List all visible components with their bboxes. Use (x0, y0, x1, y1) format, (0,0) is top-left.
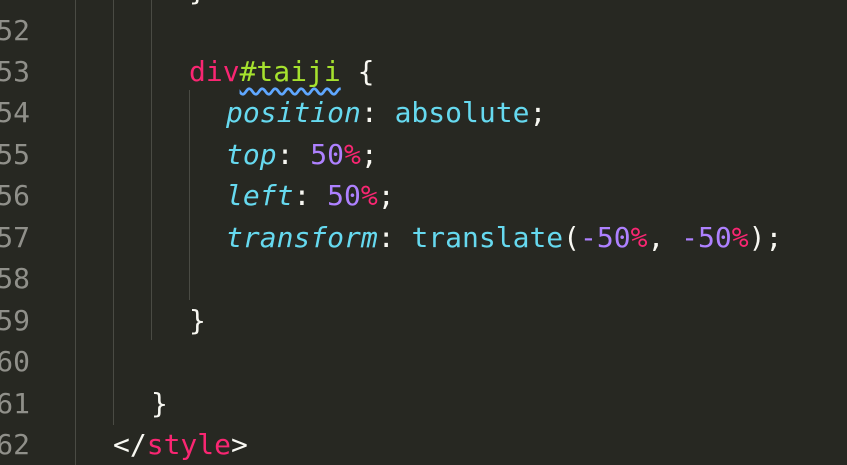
css-property: left (226, 179, 294, 212)
code-line: 59 } (0, 300, 847, 342)
unit: % (344, 138, 361, 171)
css-property: transform (226, 221, 378, 254)
css-value: absolute (394, 96, 530, 129)
semicolon: ; (377, 179, 395, 212)
tag-name: style (146, 428, 232, 461)
number: -50 (681, 221, 732, 254)
code-line: 58 (0, 258, 847, 300)
code-text: left: 50%; (226, 175, 395, 217)
colon: : (377, 221, 412, 254)
comma: , (647, 221, 682, 254)
line-number: 57 (0, 221, 30, 254)
css-function: translate (411, 221, 564, 254)
semicolon: ; (529, 96, 547, 129)
open-brace: { (340, 55, 375, 88)
unit: % (630, 221, 648, 254)
code-line: 57 transform: translate(-50%, -50%); (0, 217, 847, 259)
colon: : (276, 138, 311, 171)
line-number: 60 (0, 345, 30, 378)
line-number: 52 (0, 14, 30, 47)
semicolon: ; (765, 221, 783, 254)
code-line: 52 (0, 10, 847, 52)
number: -50 (580, 221, 631, 254)
code-text: transform: translate(-50%, -50%); (226, 217, 782, 259)
code-line: 62 </style> (0, 424, 847, 465)
line-number: 56 (0, 179, 30, 212)
css-property: top (226, 138, 277, 171)
css-property: position (226, 96, 361, 129)
selector-id: #taiji (239, 55, 341, 88)
unit: % (360, 179, 378, 212)
code-text: top: 50%; (226, 134, 378, 176)
line-number: 55 (0, 138, 30, 171)
line-number: 58 (0, 262, 30, 295)
line-number: 54 (0, 96, 30, 129)
selector-tag: div (189, 55, 240, 88)
open-paren: ( (563, 221, 581, 254)
tag-close: > (231, 428, 248, 461)
code-line: 61 } (0, 383, 847, 425)
close-brace: } (189, 304, 206, 337)
code-line: 56 left: 50%; (0, 175, 847, 217)
line-number: 61 (0, 387, 30, 420)
colon: : (293, 179, 328, 212)
code-text: position: absolute; (226, 92, 546, 134)
line-number: 53 (0, 55, 30, 88)
number: 50 (327, 179, 361, 212)
close-paren: ) (748, 221, 766, 254)
tag-open: </ (113, 428, 147, 461)
close-brace: } (151, 387, 168, 420)
line-number: 59 (0, 304, 30, 337)
line-number: 62 (0, 428, 30, 461)
code-line: 55 top: 50%; (0, 134, 847, 176)
unit: % (731, 221, 749, 254)
number: 50 (310, 138, 345, 171)
code-editor[interactable]: } 52 53 div#taiji { 54 position: absolut… (0, 0, 847, 465)
colon: : (360, 96, 395, 129)
code-text: </style> (113, 424, 248, 465)
code-line: 53 div#taiji { (0, 51, 847, 93)
code-text: div#taiji { (189, 51, 374, 93)
code-line: 60 (0, 341, 847, 383)
code-line: 54 position: absolute; (0, 92, 847, 134)
semicolon: ; (360, 138, 378, 171)
